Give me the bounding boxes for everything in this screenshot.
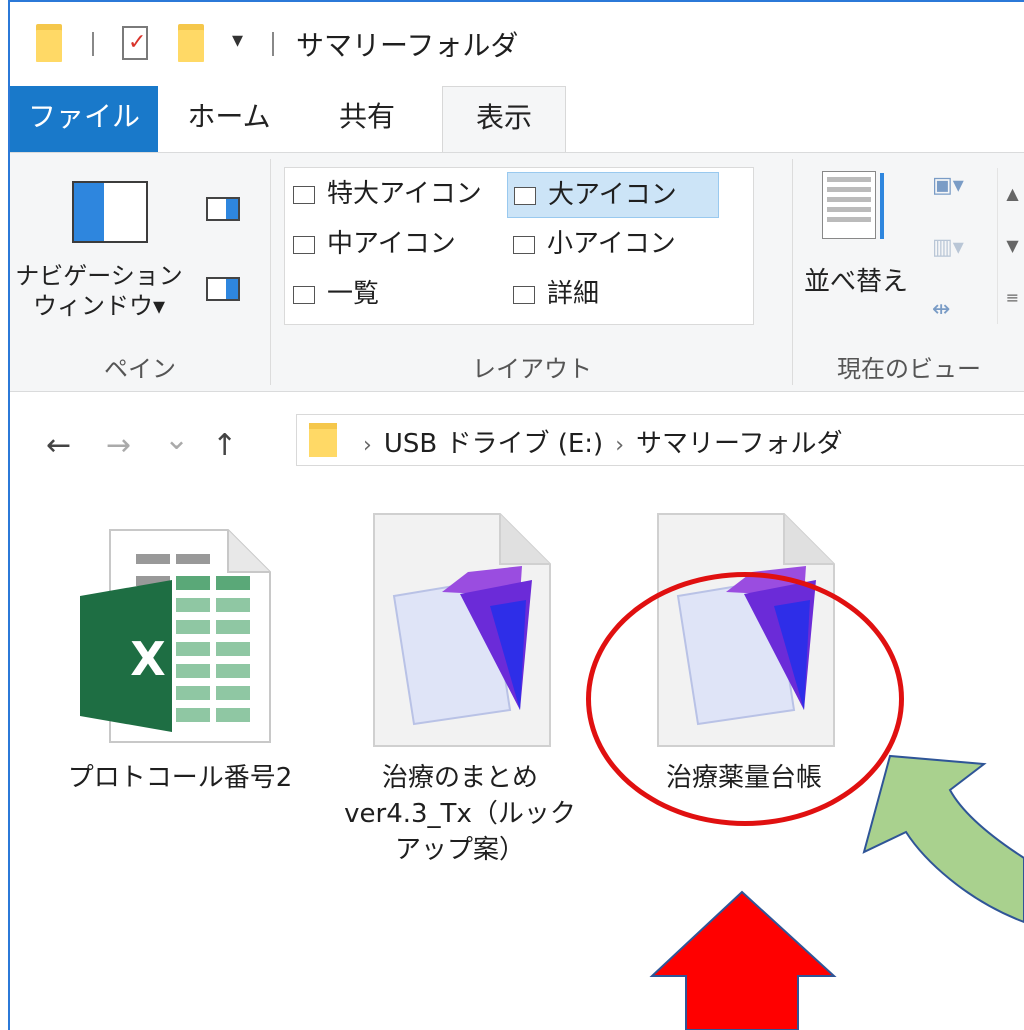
navigation-pane-button[interactable]: ナビゲーション ウィンドウ▾: [10, 261, 188, 321]
details-pane-icon[interactable]: [206, 277, 240, 301]
file-name-line-2: ver4.3_Tx（ルック: [344, 799, 576, 829]
scroll-up-icon[interactable]: ▲: [998, 168, 1024, 220]
breadcrumb: › USB ドライブ (E:) › サマリーフォルダ: [351, 423, 842, 460]
file-name-line-3: アップ案）: [394, 835, 525, 865]
layout-group-label: レイアウト: [472, 355, 592, 383]
large-icons-icon: [514, 186, 536, 205]
sort-by-button[interactable]: 並べ替え: [804, 261, 908, 298]
layout-gallery-scroll[interactable]: ▲ ▼ ≡: [997, 168, 1024, 324]
preview-pane-icon[interactable]: [206, 197, 240, 221]
layout-small-icons[interactable]: 小アイコン: [513, 222, 676, 268]
group-separator: [792, 159, 793, 385]
explorer-window: ✓ ▾ サマリーフォルダ ファイル ホーム 共有 表示 ナビゲーション ウィンド…: [0, 0, 1024, 1030]
tab-share[interactable]: 共有: [302, 86, 432, 152]
tab-home[interactable]: ホーム: [174, 86, 284, 152]
layout-gallery: 特大アイコン 大アイコン 中アイコン 小アイコン 一覧 詳細 ▲ ▼ ≡: [284, 167, 1019, 325]
sort-arrow-icon: [880, 173, 884, 239]
folder-icon: [309, 423, 337, 457]
file-name-line-1: 治療のまとめ: [381, 763, 538, 793]
excel-letter: X: [130, 632, 166, 686]
layout-extra-large-icons[interactable]: 特大アイコン: [293, 172, 482, 218]
properties-check-icon[interactable]: ✓: [122, 26, 148, 60]
sort-by-icon[interactable]: [822, 171, 876, 239]
add-columns-icon[interactable]: ▥▾: [932, 235, 964, 260]
file-item-excel[interactable]: X プロトコール番号2: [50, 510, 310, 810]
red-up-arrow-icon: [649, 890, 837, 1030]
up-icon[interactable]: ↑: [212, 428, 237, 463]
breadcrumb-drive[interactable]: USB ドライブ (E:): [384, 429, 603, 459]
breadcrumb-chevron-icon[interactable]: ›: [615, 433, 624, 458]
excel-file-icon: [80, 529, 271, 743]
window-title: サマリーフォルダ: [296, 29, 519, 62]
layout-medium-icons[interactable]: 中アイコン: [293, 222, 456, 268]
ribbon-tabs: ファイル ホーム 共有 表示: [10, 86, 1024, 156]
medium-icons-icon: [293, 235, 315, 254]
small-icons-icon: [513, 235, 535, 254]
quick-access-dropdown-icon[interactable]: ▾: [232, 28, 243, 53]
title-separator: [272, 32, 274, 56]
file-name: プロトコール番号2: [67, 763, 293, 793]
file-item-filemaker-summary[interactable]: 治療のまとめ ver4.3_Tx（ルック アップ案）: [330, 510, 590, 865]
forward-icon[interactable]: →: [106, 428, 131, 463]
breadcrumb-folder[interactable]: サマリーフォルダ: [636, 429, 842, 459]
details-icon: [513, 285, 535, 304]
quick-access-separator: [92, 32, 94, 56]
size-columns-icon[interactable]: ⇹: [932, 297, 950, 322]
gallery-expand-icon[interactable]: ≡: [998, 272, 1024, 324]
pane-group-label: ペイン: [104, 355, 176, 383]
extra-large-icons-icon: [293, 185, 315, 204]
group-separator: [270, 159, 271, 385]
group-by-icon[interactable]: ▣▾: [932, 173, 964, 198]
highlight-circle: [586, 572, 904, 826]
layout-large-icons[interactable]: 大アイコン: [507, 172, 719, 218]
back-icon[interactable]: ←: [46, 428, 71, 463]
layout-details[interactable]: 詳細: [513, 272, 599, 318]
address-bar[interactable]: › USB ドライブ (E:) › サマリーフォルダ: [296, 414, 1024, 466]
layout-list[interactable]: 一覧: [293, 272, 379, 318]
green-curved-arrow-icon: [862, 754, 1024, 924]
navigation-pane-label-2: ウィンドウ▾: [32, 292, 166, 320]
tab-file[interactable]: ファイル: [10, 86, 158, 152]
navigation-pane-label-1: ナビゲーション: [15, 262, 183, 290]
navigation-bar: ← → ⌄ ↑ › USB ドライブ (E:) › サマリーフォルダ: [10, 392, 1024, 502]
ribbon: ナビゲーション ウィンドウ▾ ペイン 特大アイコン 大アイコン 中アイコン 小ア…: [10, 152, 1024, 392]
tab-view[interactable]: 表示: [442, 86, 566, 156]
list-icon: [293, 285, 315, 304]
new-folder-icon[interactable]: [178, 24, 204, 62]
title-bar: ✓ ▾ サマリーフォルダ: [10, 2, 1024, 86]
recent-locations-icon[interactable]: ⌄: [164, 422, 189, 457]
filemaker-file-icon: [373, 513, 551, 747]
folder-icon: [36, 24, 62, 62]
breadcrumb-chevron-icon[interactable]: ›: [363, 433, 372, 458]
scroll-down-icon[interactable]: ▼: [998, 220, 1024, 272]
navigation-pane-icon[interactable]: [72, 181, 148, 243]
current-view-group-label: 現在のビュー: [837, 355, 981, 383]
